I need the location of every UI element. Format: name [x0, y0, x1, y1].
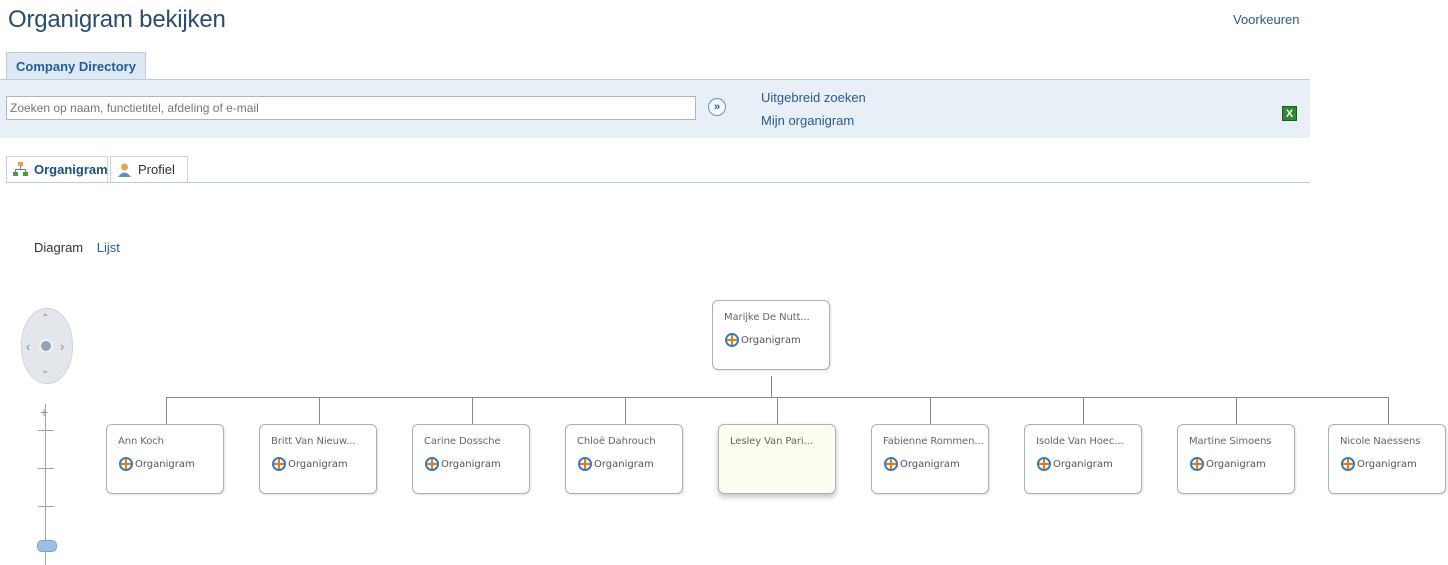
organigram-link[interactable]: Organigram — [725, 333, 801, 347]
connector-line — [1236, 397, 1237, 424]
person-name: Martine Simoens — [1189, 436, 1272, 447]
advanced-search-link[interactable]: Uitgebreid zoeken — [761, 90, 866, 105]
organigram-link[interactable]: Organigram — [1190, 457, 1266, 471]
my-organigram-link[interactable]: Mijn organigram — [761, 113, 854, 128]
zoom-tick — [38, 430, 54, 431]
connector-line — [1083, 397, 1084, 424]
pan-control: ⌃ ⌄ ‹ › — [21, 308, 73, 384]
tab-profiel[interactable]: Profiel — [110, 156, 188, 182]
zoom-slider-handle[interactable] — [37, 540, 57, 552]
org-node[interactable]: Martine Simoens Organigram — [1177, 424, 1295, 494]
connector-line — [625, 397, 626, 424]
person-name: Ann Koch — [118, 436, 164, 447]
connector-line — [777, 397, 778, 424]
tab-organigram-label: Organigram — [34, 162, 108, 177]
organigram-link[interactable]: Organigram — [1037, 457, 1113, 471]
connector-line — [472, 397, 473, 424]
organigram-link-label: Organigram — [741, 334, 801, 346]
crosshair-icon — [272, 457, 286, 471]
tab-profiel-label: Profiel — [138, 162, 175, 177]
organigram-link-label: Organigram — [594, 458, 654, 470]
organigram-link[interactable]: Organigram — [578, 457, 654, 471]
person-name: Fabienne Rommen... — [883, 436, 984, 447]
org-node-root[interactable]: Marijke De Nutt... Organigram — [712, 300, 830, 370]
org-node-selected[interactable]: Lesley Van Pari... — [718, 424, 836, 494]
zoom-tick — [38, 506, 54, 507]
organigram-link[interactable]: Organigram — [119, 457, 195, 471]
person-name: Carine Dossche — [424, 436, 501, 447]
pan-down-icon[interactable]: ⌄ — [41, 365, 49, 376]
crosshair-icon — [725, 333, 739, 347]
view-mode-switch: Diagram Lijst — [34, 240, 120, 255]
crosshair-icon — [1341, 457, 1355, 471]
crosshair-icon — [425, 457, 439, 471]
organigram-link-label: Organigram — [1053, 458, 1113, 470]
search-go-button[interactable]: » — [708, 98, 726, 116]
pan-left-icon[interactable]: ‹ — [26, 339, 30, 354]
connector-line — [930, 397, 931, 424]
person-name: Marijke De Nutt... — [724, 312, 810, 323]
org-node[interactable]: Ann Koch Organigram — [106, 424, 224, 494]
tab-company-directory[interactable]: Company Directory — [6, 52, 146, 80]
organigram-link[interactable]: Organigram — [425, 457, 501, 471]
organigram-link-label: Organigram — [135, 458, 195, 470]
pan-right-icon[interactable]: › — [60, 339, 64, 354]
pan-up-icon[interactable]: ⌃ — [41, 313, 49, 324]
org-node[interactable]: Britt Van Nieuw... Organigram — [259, 424, 377, 494]
mode-list-link[interactable]: Lijst — [97, 240, 120, 255]
person-name: Britt Van Nieuw... — [271, 436, 356, 447]
preferences-link[interactable]: Voorkeuren — [1233, 12, 1300, 27]
organigram-link[interactable]: Organigram — [1341, 457, 1417, 471]
zoom-tick — [38, 468, 54, 469]
org-node[interactable]: Isolde Van Hoec... Organigram — [1024, 424, 1142, 494]
org-node[interactable]: Nicole Naessens Organigram — [1328, 424, 1446, 494]
person-name: Lesley Van Pari... — [730, 436, 813, 447]
organigram-link-label: Organigram — [288, 458, 348, 470]
org-node[interactable]: Fabienne Rommen... Organigram — [871, 424, 989, 494]
connector-line — [771, 376, 772, 398]
organigram-link-label: Organigram — [900, 458, 960, 470]
organigram-link-label: Organigram — [441, 458, 501, 470]
tab-organigram[interactable]: Organigram — [6, 156, 108, 182]
tabs-divider — [6, 182, 1310, 183]
crosshair-icon — [884, 457, 898, 471]
crosshair-icon — [1037, 457, 1051, 471]
organigram-link[interactable]: Organigram — [884, 457, 960, 471]
org-node[interactable]: Carine Dossche Organigram — [412, 424, 530, 494]
connector-line — [319, 397, 320, 424]
connector-line — [1388, 397, 1389, 424]
person-name: Nicole Naessens — [1340, 436, 1421, 447]
crosshair-icon — [578, 457, 592, 471]
person-name: Chloë Dahrouch — [577, 436, 656, 447]
organigram-link-label: Organigram — [1206, 458, 1266, 470]
organigram-link[interactable]: Organigram — [272, 457, 348, 471]
crosshair-icon — [1190, 457, 1204, 471]
connector-line — [166, 397, 167, 424]
org-node[interactable]: Chloë Dahrouch Organigram — [565, 424, 683, 494]
org-chart-icon — [13, 162, 28, 177]
crosshair-icon — [119, 457, 133, 471]
profile-icon — [117, 162, 132, 177]
zoom-in-icon[interactable]: + — [40, 404, 48, 420]
organigram-link-label: Organigram — [1357, 458, 1417, 470]
person-name: Isolde Van Hoec... — [1036, 436, 1124, 447]
excel-icon[interactable]: X — [1282, 106, 1297, 121]
search-input[interactable] — [6, 96, 696, 120]
page-title: Organigram bekijken — [8, 6, 226, 33]
pan-center-button[interactable] — [39, 339, 53, 353]
mode-diagram[interactable]: Diagram — [34, 240, 83, 255]
